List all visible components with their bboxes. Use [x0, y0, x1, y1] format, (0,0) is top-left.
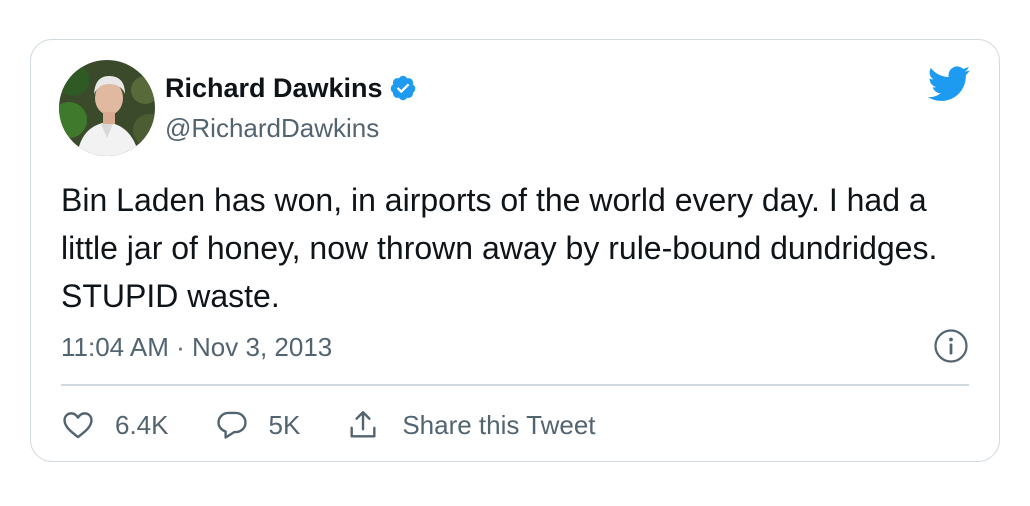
share-label: Share this Tweet: [402, 409, 596, 440]
like-button[interactable]: 6.4K: [61, 408, 169, 442]
action-bar: 6.4K 5K Share this Tweet: [61, 403, 596, 447]
twitter-bird-icon[interactable]: [927, 66, 971, 102]
reply-button[interactable]: 5K: [215, 408, 301, 442]
like-count: 6.4K: [115, 409, 169, 440]
tweet-card[interactable]: Richard Dawkins @RichardDawkins Bin Lade…: [30, 39, 1000, 462]
avatar-photo: [59, 60, 155, 156]
author-name-row[interactable]: Richard Dawkins: [165, 71, 417, 105]
author-handle[interactable]: @RichardDawkins: [165, 112, 379, 144]
reply-count: 5K: [268, 409, 301, 440]
tweet-text: Bin Laden has won, in airports of the wo…: [61, 182, 938, 314]
info-icon[interactable]: [933, 328, 969, 364]
tweet-timestamp[interactable]: 11:04 AM · Nov 3, 2013: [61, 331, 332, 363]
share-icon: [350, 411, 376, 438]
avatar[interactable]: [59, 60, 155, 156]
divider: [61, 384, 969, 386]
reply-bubble-icon: [216, 411, 247, 439]
share-button[interactable]: Share this Tweet: [346, 408, 596, 442]
heart-icon: [63, 412, 93, 439]
author-name[interactable]: Richard Dawkins: [165, 71, 383, 105]
verified-badge-icon: [389, 74, 417, 102]
